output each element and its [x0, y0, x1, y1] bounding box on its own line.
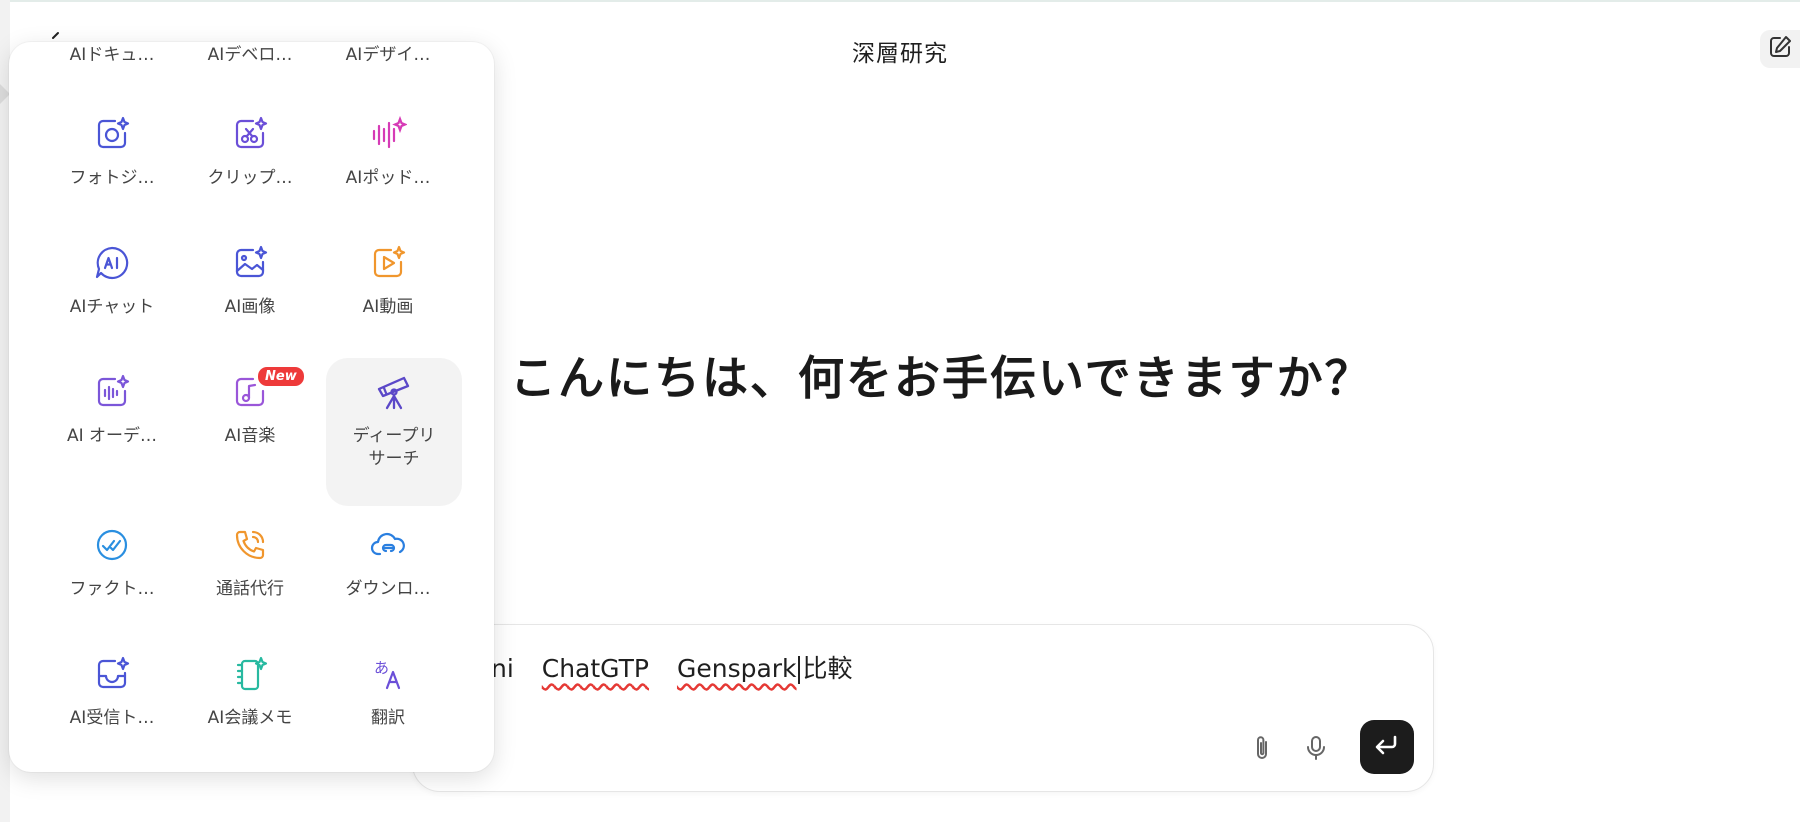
tool-meeting-notes[interactable]: AI会議メモ — [182, 655, 318, 730]
tool-call-agent[interactable]: 通話代行 — [182, 526, 318, 601]
tool-label: AI動画 — [362, 297, 414, 317]
phone-call-icon — [182, 526, 318, 564]
tool-label: 翻訳 — [371, 708, 405, 728]
input-word-misspelled: Genspark — [676, 654, 797, 683]
svg-text:あ: あ — [374, 659, 389, 677]
tool-ai-chat[interactable]: AIチャット — [44, 244, 180, 319]
podcast-waveform-icon — [320, 115, 456, 153]
chat-input-text[interactable]: ni ChatGTP Genspark 比較 — [491, 649, 853, 685]
tool-ai-developer[interactable]: AIデベロ… — [182, 44, 318, 67]
tool-label: AIポッド… — [345, 168, 431, 188]
text-caret — [797, 656, 800, 684]
photo-genius-icon — [44, 115, 180, 153]
tool-label: AI オーデ… — [66, 426, 158, 446]
tool-label: AI画像 — [224, 297, 276, 317]
clip-icon — [182, 115, 318, 153]
telescope-icon — [326, 373, 462, 411]
ai-audio-icon — [44, 373, 180, 411]
paperclip-icon — [1251, 734, 1273, 766]
tool-label: 通話代行 — [216, 579, 284, 599]
new-chat-button[interactable] — [1760, 30, 1800, 68]
cloud-download-icon — [320, 526, 456, 564]
edit-icon — [1767, 34, 1793, 64]
tool-label: ファクト… — [69, 579, 155, 599]
translate-icon: あ — [320, 655, 456, 693]
tool-label: AIデザイ… — [345, 45, 431, 65]
tool-label: AIデベロ… — [207, 45, 293, 65]
tool-label: フォトジ… — [69, 168, 155, 188]
tool-fact-check[interactable]: ファクト… — [44, 526, 180, 601]
attach-button[interactable] — [1247, 735, 1277, 765]
new-badge: New — [258, 367, 304, 386]
enter-arrow-icon — [1373, 733, 1401, 761]
input-word: ni — [491, 654, 514, 683]
tool-translate[interactable]: あ 翻訳 — [320, 655, 456, 730]
tool-label-line1: ディープリ — [352, 426, 436, 446]
fact-check-icon — [44, 526, 180, 564]
ai-video-icon — [320, 244, 456, 282]
tool-label: AIチャット — [69, 297, 155, 317]
tool-ai-inbox[interactable]: AI受信ト… — [44, 655, 180, 730]
tool-photo-genius[interactable]: フォトジ… — [44, 115, 180, 190]
tool-label: AI受信ト… — [69, 708, 155, 728]
tool-deep-research[interactable]: ディープリ サーチ — [326, 358, 462, 506]
tool-ai-image[interactable]: AI画像 — [182, 244, 318, 319]
tool-label: ダウンロ… — [345, 579, 431, 599]
ai-chat-icon — [44, 244, 180, 282]
ai-image-icon — [182, 244, 318, 282]
tool-label: クリップ… — [207, 168, 293, 188]
meeting-notes-icon — [182, 655, 318, 693]
input-word: 比較 — [802, 654, 853, 683]
ai-music-icon: New — [182, 367, 318, 411]
tool-ai-music[interactable]: New AI音楽 — [182, 367, 318, 448]
tools-menu-panel: AIドキュ… AIデベロ… AIデザイ… フォトジ… クリップ… AIポッド… … — [9, 42, 494, 772]
tool-label: AIドキュ… — [69, 45, 155, 65]
tool-label-line2: サーチ — [368, 449, 420, 469]
ai-inbox-icon — [44, 655, 180, 693]
tool-label: AI音楽 — [224, 426, 276, 446]
top-divider — [0, 0, 1800, 2]
greeting-heading: こんにちは、何をお手伝いできますか？ — [510, 351, 1373, 405]
chat-input-box[interactable]: ni ChatGTP Genspark 比較 — [412, 624, 1434, 792]
input-word-misspelled: ChatGTP — [541, 654, 650, 683]
microphone-icon — [1304, 734, 1328, 766]
tool-ai-podcast[interactable]: AIポッド… — [320, 115, 456, 190]
tool-ai-audio[interactable]: AI オーデ… — [44, 373, 180, 448]
tool-clip[interactable]: クリップ… — [182, 115, 318, 190]
tool-ai-docs[interactable]: AIドキュ… — [44, 44, 180, 67]
voice-input-button[interactable] — [1301, 735, 1331, 765]
tool-ai-video[interactable]: AI動画 — [320, 244, 456, 319]
tool-download[interactable]: ダウンロ… — [320, 526, 456, 601]
tool-label: AI会議メモ — [207, 708, 293, 728]
tool-ai-designer[interactable]: AIデザイ… — [320, 44, 456, 67]
send-button[interactable] — [1360, 720, 1414, 774]
